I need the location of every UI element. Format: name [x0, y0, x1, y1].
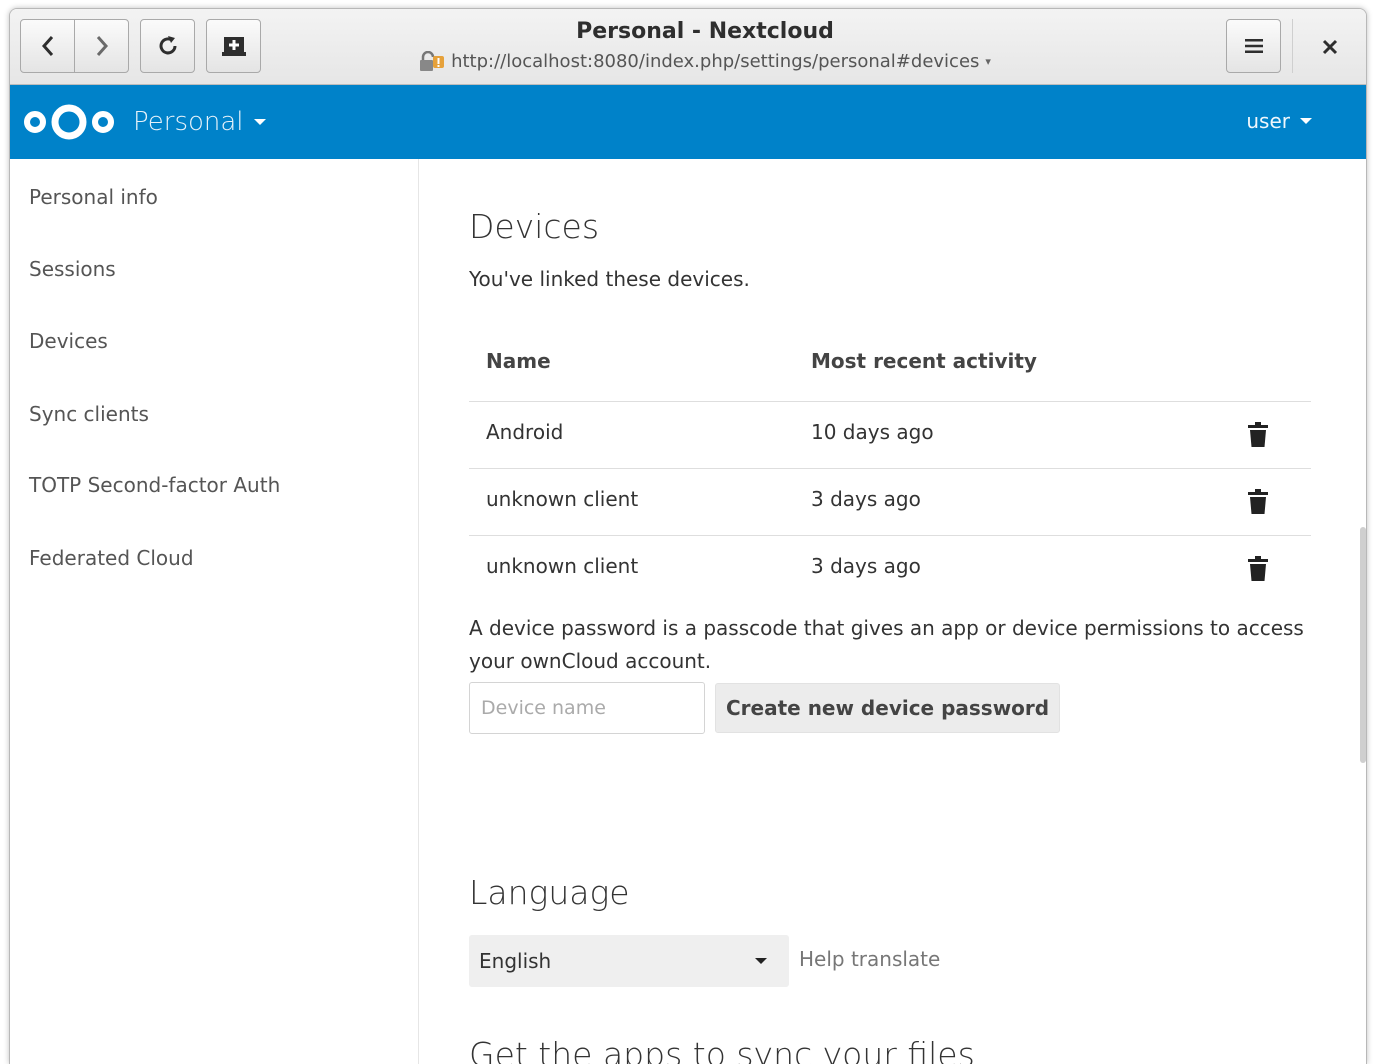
device-password-description-line1: A device password is a passcode that giv… — [469, 616, 1304, 640]
user-name: user — [1246, 109, 1290, 133]
devices-intro: You've linked these devices. — [469, 267, 750, 291]
language-title: Language — [469, 873, 630, 912]
trash-icon[interactable] — [1247, 489, 1269, 515]
url-dropdown-icon[interactable]: ▾ — [985, 47, 991, 77]
title-separator — [1292, 19, 1293, 73]
sidebar-item-personal-info[interactable]: Personal info — [29, 183, 158, 211]
table-row: unknown client 3 days ago — [469, 536, 1311, 603]
app-name: Personal — [133, 107, 244, 137]
device-name: unknown client — [486, 554, 639, 578]
app-menu-toggle[interactable]: Personal — [133, 105, 266, 139]
title-area: Personal - Nextcloud http://localhost:80… — [330, 17, 1080, 77]
chevron-left-icon — [41, 36, 53, 56]
scrollbar[interactable] — [1360, 527, 1366, 763]
insecure-lock-icon — [420, 51, 445, 71]
device-name-input[interactable] — [469, 682, 705, 734]
trash-icon[interactable] — [1247, 556, 1269, 582]
forward-button[interactable] — [74, 20, 128, 72]
title-bar: Personal - Nextcloud http://localhost:80… — [10, 9, 1366, 85]
device-activity: 3 days ago — [811, 487, 921, 511]
bookmark-add-icon — [221, 37, 246, 56]
sidebar-item-federated-cloud[interactable]: Federated Cloud — [29, 544, 194, 572]
sync-apps-title: Get the apps to sync your files — [469, 1035, 975, 1064]
device-name: Android — [486, 420, 564, 444]
column-header-activity: Most recent activity — [811, 349, 1037, 373]
user-menu[interactable]: user — [1246, 109, 1312, 133]
sidebar-item-sessions[interactable]: Sessions — [29, 255, 116, 283]
main-content: Devices You've linked these devices. Nam… — [419, 159, 1366, 1064]
close-icon — [1322, 39, 1338, 55]
device-name: unknown client — [486, 487, 639, 511]
caret-down-icon — [755, 958, 767, 964]
settings-sidebar: Personal info Sessions Devices Sync clie… — [10, 159, 419, 1064]
chevron-right-icon — [96, 36, 108, 56]
hamburger-icon — [1244, 39, 1263, 53]
window-title: Personal - Nextcloud — [576, 19, 834, 44]
device-activity: 3 days ago — [811, 554, 921, 578]
column-header-name: Name — [486, 349, 551, 373]
create-device-password-button[interactable]: Create new device password — [715, 683, 1061, 733]
caret-down-icon — [253, 119, 266, 125]
close-button[interactable] — [1310, 27, 1350, 67]
url-bar[interactable]: http://localhost:8080/index.php/settings… — [330, 47, 1080, 77]
menu-button[interactable] — [1226, 19, 1281, 73]
nav-button-group — [20, 19, 129, 73]
reload-icon — [159, 36, 176, 55]
back-button[interactable] — [21, 20, 74, 72]
caret-down-icon — [1300, 118, 1312, 124]
trash-icon[interactable] — [1247, 422, 1269, 448]
device-activity: 10 days ago — [811, 420, 934, 444]
reload-button[interactable] — [140, 19, 195, 73]
device-password-description-line2: your ownCloud account. — [469, 649, 712, 673]
url-text: http://localhost:8080/index.php/settings… — [451, 51, 980, 72]
sidebar-item-totp[interactable]: TOTP Second-factor Auth — [29, 471, 280, 499]
nextcloud-logo-icon[interactable] — [22, 102, 118, 142]
app-header: Personal user — [10, 85, 1366, 159]
help-translate-link[interactable]: Help translate — [799, 947, 940, 971]
table-row: unknown client 3 days ago — [469, 469, 1311, 536]
sidebar-item-sync-clients[interactable]: Sync clients — [29, 400, 149, 428]
browser-window: Personal - Nextcloud http://localhost:80… — [9, 8, 1367, 1064]
sidebar-item-devices[interactable]: Devices — [29, 327, 108, 355]
devices-table: Name Most recent activity Android 10 day… — [469, 335, 1311, 603]
bookmark-add-button[interactable] — [206, 19, 261, 73]
language-select[interactable]: English — [469, 935, 789, 987]
language-selected: English — [479, 949, 552, 973]
table-row: Android 10 days ago — [469, 402, 1311, 469]
devices-title: Devices — [469, 207, 600, 246]
table-header-row: Name Most recent activity — [469, 335, 1311, 402]
